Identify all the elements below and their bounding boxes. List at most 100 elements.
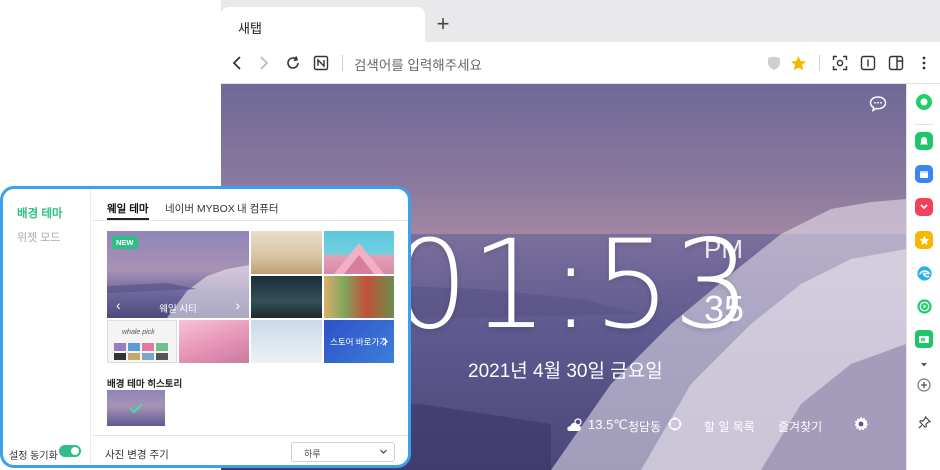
theme-thumbnail-grid: NEW ‹ › 웨일 시티 whale pick 스토어 바로가기 — [107, 231, 397, 365]
new-tab-button[interactable]: + — [433, 13, 453, 35]
star-icon — [919, 235, 929, 245]
capture-button[interactable] — [830, 53, 850, 73]
sidebar-app-green[interactable] — [915, 93, 933, 111]
sidebar-app-pocket[interactable] — [915, 198, 933, 216]
address-bar[interactable]: 검색어를 입력해주세요 — [354, 54, 482, 74]
sidebar-app-play[interactable] — [915, 297, 933, 315]
speech-bubble-icon — [869, 96, 887, 113]
theme-thumbnail-jars[interactable] — [324, 276, 394, 318]
tab-my-computer[interactable]: 내 컴퓨터 — [237, 201, 279, 216]
plus-circle-icon — [917, 378, 931, 392]
tab-title: 새탭 — [238, 21, 262, 36]
calendar-icon — [920, 171, 928, 178]
reload-button[interactable] — [283, 53, 303, 73]
sidebar-add-button[interactable] — [915, 376, 933, 394]
bookmark-star-button[interactable] — [788, 53, 808, 73]
webtoon-icon — [919, 335, 929, 343]
right-sidebar — [906, 84, 940, 470]
sidebar-divider — [915, 124, 933, 125]
location-target-icon[interactable] — [667, 416, 683, 432]
green-circle-app-icon — [916, 94, 932, 110]
weather-location[interactable]: 청담동 — [628, 418, 661, 435]
toolbar-separator — [819, 55, 820, 71]
sync-settings-toggle[interactable] — [59, 445, 81, 457]
reader-button[interactable] — [858, 53, 878, 73]
screenshot-stage: 새탭 + 검색어를 입력해주세요 01:53 PM 35 2021년 4월 30… — [0, 0, 940, 470]
weather-temperature[interactable]: 13.5℃ — [588, 417, 628, 433]
menu-widget-mode[interactable]: 위젯 모드 — [17, 229, 61, 245]
clock-date: 2021년 4월 30일 금요일 — [468, 361, 663, 382]
shield-button[interactable] — [764, 53, 784, 73]
theme-thumbnail-sky[interactable] — [251, 320, 322, 363]
panel-menu: 배경 테마 위젯 모드 설정 동기화 — [3, 189, 91, 465]
theme-thumbnail-featured[interactable]: NEW ‹ › 웨일 시티 — [107, 231, 249, 318]
house-roof-graphic — [334, 243, 384, 274]
chevron-right-icon — [382, 337, 388, 346]
store-shortcut-tile[interactable]: 스토어 바로가기 — [324, 320, 394, 363]
tab-new-tab[interactable]: 새탭 — [221, 7, 425, 43]
sidebar-app-favorites[interactable] — [915, 231, 933, 249]
whale-pick-tiles — [114, 343, 168, 360]
theme-history-title: 배경 테마 히스토리 — [107, 379, 183, 390]
todo-list-link[interactable]: 할 일 목록 — [704, 418, 755, 435]
theme-history-item[interactable] — [107, 390, 165, 426]
photo-change-period-label: 사진 변경 주기 — [105, 449, 169, 461]
clock-time: 01:53 — [391, 214, 753, 356]
forward-button[interactable] — [254, 53, 274, 73]
chat-button[interactable] — [868, 94, 890, 116]
footer-divider — [93, 435, 408, 436]
sidebar-app-edge[interactable] — [915, 264, 933, 282]
browser-app-icon — [916, 265, 932, 281]
sidebar-pin-button[interactable] — [915, 413, 933, 431]
more-menu-button[interactable] — [914, 53, 934, 73]
play-circle-icon — [916, 298, 932, 314]
clock-ampm: PM — [704, 234, 743, 264]
arrow-right-icon — [260, 56, 269, 70]
tabs-divider — [93, 220, 408, 221]
theme-thumbnail-pink-house[interactable] — [324, 231, 394, 274]
background-settings-panel: 배경 테마 위젯 모드 설정 동기화 웨일 테마 네이버 MYBOX 내 컴퓨터… — [0, 186, 411, 468]
pocket-icon — [920, 204, 928, 210]
shield-icon — [768, 56, 780, 70]
tab-strip: 새탭 + — [221, 0, 940, 43]
back-button[interactable] — [227, 53, 247, 73]
theme-thumbnail-whale-pick[interactable]: whale pick — [107, 320, 177, 363]
bell-icon — [920, 136, 928, 144]
more-vertical-icon — [922, 56, 926, 70]
toolbar: 검색어를 입력해주세요 — [221, 42, 940, 84]
star-icon — [790, 55, 806, 70]
gear-icon[interactable] — [853, 416, 869, 432]
sidebar-app-webtoon[interactable] — [915, 330, 933, 348]
arrow-left-icon — [232, 56, 241, 70]
naver-n-icon — [313, 55, 329, 71]
sidebar-toggle-button[interactable] — [886, 53, 906, 73]
new-badge: NEW — [112, 236, 138, 249]
menu-background-theme[interactable]: 배경 테마 — [17, 205, 63, 221]
split-view-icon — [888, 55, 904, 71]
photo-change-period-select[interactable]: 하루 — [291, 442, 395, 462]
address-separator — [342, 55, 343, 71]
sync-settings-label: 설정 동기화 — [9, 451, 58, 462]
favorites-link[interactable]: 즐겨찾기 — [778, 418, 822, 435]
clock-seconds: 35 — [704, 288, 745, 329]
sidebar-app-notification[interactable] — [915, 132, 933, 150]
store-shortcut-label: 스토어 바로가기 — [330, 337, 388, 347]
theme-thumbnail-forest[interactable] — [251, 276, 322, 318]
cloud-sun-icon — [567, 418, 582, 431]
pin-icon — [918, 415, 931, 428]
naver-home-button[interactable] — [311, 53, 331, 73]
chevron-down-icon — [921, 363, 927, 367]
sidebar-app-calendar[interactable] — [915, 165, 933, 183]
sidebar-more-button[interactable] — [915, 356, 933, 374]
theme-thumbnail-interior[interactable] — [251, 231, 322, 274]
reader-icon — [860, 55, 876, 71]
capture-icon — [832, 55, 848, 71]
tab-naver-mybox[interactable]: 네이버 MYBOX — [165, 201, 235, 216]
chevron-down-icon — [380, 449, 387, 454]
featured-theme-title: 웨일 시티 — [159, 304, 197, 315]
photo-change-period-value: 하루 — [304, 449, 321, 459]
reload-icon — [287, 56, 299, 69]
tab-whale-theme[interactable]: 웨일 테마 — [107, 201, 149, 216]
theme-thumbnail-blossom[interactable] — [179, 320, 249, 363]
check-icon — [129, 403, 143, 414]
